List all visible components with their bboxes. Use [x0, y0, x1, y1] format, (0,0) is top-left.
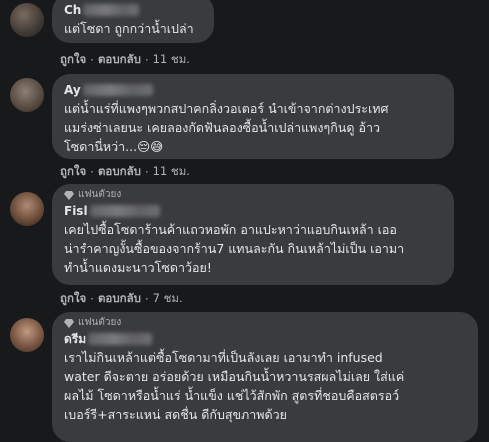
comment-bubble: Ch แต่โซดา ถูกกว่าน้ำเปล่า: [52, 0, 214, 43]
separator: ·: [90, 292, 94, 306]
name-redaction: [88, 333, 153, 345]
like-button[interactable]: ถูกใจ: [60, 163, 86, 181]
comment-actions: ถูกใจ · ตอบกลับ · 11 ชม.: [60, 163, 190, 181]
comment-bubble: Ay แต่น้ำแร่ที่แพงๆพวกสปาคกลิ่งวอเตอร์ น…: [52, 74, 454, 159]
name-row: Fisl: [64, 202, 442, 220]
like-button[interactable]: ถูกใจ: [60, 51, 86, 69]
badge-label: แฟนตัวยง: [78, 317, 122, 328]
commenter-name[interactable]: Ch: [64, 1, 81, 19]
name-row: ดรีม: [64, 330, 466, 348]
timestamp[interactable]: 11 ชม.: [153, 51, 190, 69]
like-button[interactable]: ถูกใจ: [60, 290, 86, 308]
comment-text: เคยไปซื้อโซดาร้านค้าแถวหอพัก อาแปะหาว่าแ…: [64, 222, 405, 275]
avatar[interactable]: [10, 3, 44, 37]
name-redaction: [83, 4, 140, 16]
fan-badge: แฟนตัวยง: [64, 188, 442, 202]
separator: ·: [90, 165, 94, 179]
commenter-name[interactable]: Fisl: [64, 202, 88, 220]
comment-text: เราไม่กินเหล้าแต่ซื้อโซดามาที่เป็นลังเลย…: [64, 350, 405, 422]
reply-button[interactable]: ตอบกลับ: [98, 290, 141, 308]
badge-label: แฟนตัวยง: [78, 189, 122, 200]
comment-bubble: แฟนตัวยง ดรีม เราไม่กินเหล้าแต่ซื้อโซดาม…: [52, 312, 478, 442]
avatar[interactable]: [10, 78, 44, 112]
timestamp[interactable]: 7 ชม.: [153, 290, 183, 308]
reply-button[interactable]: ตอบกลับ: [98, 163, 141, 181]
name-row: Ay: [64, 81, 442, 99]
separator: ·: [90, 53, 94, 67]
fan-badge: แฟนตัวยง: [64, 316, 466, 330]
avatar[interactable]: [10, 192, 44, 226]
comment-text: แต่น้ำแร่ที่แพงๆพวกสปาคกลิ่งวอเตอร์ นำเข…: [64, 101, 389, 154]
diamond-icon: [64, 191, 74, 200]
name-redaction: [89, 205, 160, 217]
commenter-name[interactable]: ดรีม: [64, 330, 86, 348]
comment-actions: ถูกใจ · ตอบกลับ · 11 ชม.: [60, 51, 190, 69]
name-row: Ch: [64, 1, 202, 19]
name-redaction: [82, 84, 153, 96]
separator: ·: [144, 53, 149, 67]
diamond-icon: [64, 319, 74, 328]
comment-text: แต่โซดา ถูกกว่าน้ำเปล่า: [64, 21, 194, 36]
timestamp[interactable]: 11 ชม.: [153, 163, 190, 181]
separator: ·: [144, 292, 149, 306]
reply-button[interactable]: ตอบกลับ: [98, 51, 141, 69]
commenter-name[interactable]: Ay: [64, 81, 81, 99]
comment-bubble: แฟนตัวยง Fisl เคยไปซื้อโซดาร้านค้าแถวหอพ…: [52, 184, 454, 285]
separator: ·: [144, 165, 149, 179]
avatar[interactable]: [10, 318, 44, 352]
comment-actions: ถูกใจ · ตอบกลับ · 7 ชม.: [60, 290, 183, 308]
